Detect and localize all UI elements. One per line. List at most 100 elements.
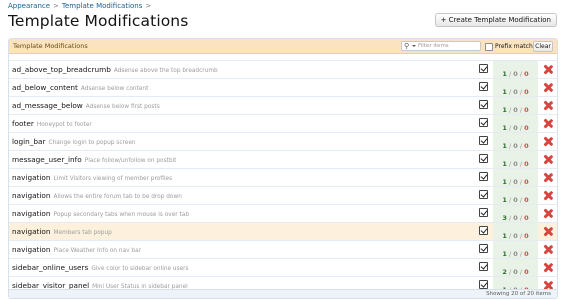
modification-description: Popup secondary tabs when mouse is over … <box>53 212 190 218</box>
modification-title-text[interactable]: ad_message_below <box>12 101 83 110</box>
active-checkbox[interactable] <box>479 82 488 91</box>
modification-title[interactable]: footer Honeypot to footer <box>12 119 92 128</box>
showing-count: Showing 20 of 20 items <box>486 291 551 297</box>
prefix-match-toggle[interactable]: Prefix match <box>485 41 533 52</box>
modification-description: Change login to popup screen <box>48 140 136 146</box>
modification-title[interactable]: navigation Place Weather Info on nav bar <box>12 245 141 254</box>
modification-description: Place follow/unfollow on postbit <box>84 158 177 164</box>
modification-title-text[interactable]: sidebar_online_users <box>12 263 88 272</box>
delete-icon[interactable] <box>543 227 552 236</box>
breadcrumb-item-appearance[interactable]: Appearance <box>8 2 50 10</box>
modification-title-text[interactable]: navigation <box>12 173 51 182</box>
modification-title[interactable]: ad_message_below Adsense below first post… <box>12 101 160 110</box>
modification-title[interactable]: navigation Popup secondary tabs when mous… <box>12 209 189 218</box>
modification-description: Allows the entire forum tab to be drop d… <box>53 194 182 200</box>
prefix-match-label: Prefix match <box>495 43 533 50</box>
breadcrumb-separator: > <box>145 2 152 10</box>
active-checkbox[interactable] <box>479 244 488 253</box>
table-row: ad_below_content Adsense below content 1 /… <box>9 79 557 97</box>
apply-count-cell: 1 / 0 / 0 <box>493 61 538 78</box>
apply-counts: 1 / 0 / 0 <box>502 178 529 186</box>
delete-icon[interactable] <box>543 83 552 92</box>
table-row: navigation Allows the entire forum tab to… <box>9 187 557 205</box>
active-checkbox[interactable] <box>479 190 488 199</box>
active-checkbox[interactable] <box>479 172 488 181</box>
modification-description: Place Weather Info on nav bar <box>53 248 142 254</box>
active-checkbox[interactable] <box>479 226 488 235</box>
table-row: navigation Limit Visitors viewing of memb… <box>9 169 557 187</box>
count-error: 0 <box>524 142 529 150</box>
modification-description: Honeypot to footer <box>36 122 92 128</box>
modification-title[interactable]: navigation Members tab popup <box>12 227 112 236</box>
delete-icon[interactable] <box>543 137 552 146</box>
count-error: 0 <box>524 196 529 204</box>
modification-title-text[interactable]: navigation <box>12 191 51 200</box>
modification-title-text[interactable]: login_bar <box>12 137 46 146</box>
delete-icon[interactable] <box>543 155 552 164</box>
apply-counts: 1 / 0 / 0 <box>502 88 529 96</box>
active-checkbox[interactable] <box>479 154 488 163</box>
apply-count-cell: 1 / 0 / 0 <box>493 151 538 168</box>
delete-icon[interactable] <box>543 101 552 110</box>
delete-icon[interactable] <box>543 263 552 272</box>
clear-filter-button[interactable]: Clear <box>533 41 553 52</box>
table-row: navigation Place Weather Info on nav bar 1… <box>9 241 557 259</box>
apply-counts: 2 / 0 / 0 <box>502 268 529 276</box>
breadcrumb-separator: > <box>53 2 59 10</box>
delete-icon[interactable] <box>543 209 552 218</box>
active-checkbox[interactable] <box>479 136 488 145</box>
count-error: 0 <box>524 124 529 132</box>
apply-counts: 1 / 0 / 0 <box>502 142 529 150</box>
count-error: 0 <box>524 214 529 222</box>
modification-title-text[interactable]: ad_above_top_breadcrumb <box>12 65 111 74</box>
count-error: 0 <box>524 178 529 186</box>
table-row: sidebar_online_users Give color to sideba… <box>9 259 557 277</box>
modification-title-text[interactable]: navigation <box>12 245 51 254</box>
modification-title[interactable]: navigation Limit Visitors viewing of memb… <box>12 173 172 182</box>
count-error: 0 <box>524 160 529 168</box>
modification-title-text[interactable]: footer <box>12 119 34 128</box>
table-row: ad_above_top_breadcrumb Adsense above the… <box>9 61 557 79</box>
filter-input[interactable]: ⚲ Filter items <box>401 41 481 51</box>
modification-title-text[interactable]: message_user_info <box>12 155 82 164</box>
apply-counts: 1 / 0 / 0 <box>502 70 529 78</box>
modification-description: Give color to sidebar online users <box>91 266 189 272</box>
apply-count-cell: 2 / 0 / 0 <box>493 259 538 276</box>
apply-count-cell: 1 / 0 / 0 <box>493 79 538 96</box>
template-modification-list: Template Modifications ⚲ Filter items Pr… <box>8 38 558 299</box>
create-template-modification-button[interactable]: + Create Template Modification <box>434 13 557 27</box>
modification-title-text[interactable]: navigation <box>12 209 51 218</box>
table-row-partial <box>9 54 557 61</box>
active-checkbox[interactable] <box>479 280 488 289</box>
modification-description: Adsense below content <box>80 86 149 92</box>
modification-title[interactable]: ad_above_top_breadcrumb Adsense above the… <box>12 65 218 74</box>
modification-title[interactable]: ad_below_content Adsense below content <box>12 83 148 92</box>
table-row: footer Honeypot to footer 1 / 0 / 0 <box>9 115 557 133</box>
active-checkbox[interactable] <box>479 64 488 73</box>
modification-title[interactable]: navigation Allows the entire forum tab to… <box>12 191 182 200</box>
delete-icon[interactable] <box>543 119 552 128</box>
apply-count-cell: 1 / 0 / 0 <box>493 97 538 114</box>
modification-title[interactable]: sidebar_online_users Give color to sideba… <box>12 263 189 272</box>
delete-icon[interactable] <box>543 173 552 182</box>
apply-counts: 1 / 0 / 0 <box>502 124 529 132</box>
active-checkbox[interactable] <box>479 208 488 217</box>
list-footer: Showing 20 of 20 items <box>9 289 557 298</box>
active-checkbox[interactable] <box>479 262 488 271</box>
apply-count-cell: 1 / 0 / 0 <box>493 169 538 186</box>
page-title: Template Modifications <box>8 12 189 30</box>
table-row: navigation Popup secondary tabs when mous… <box>9 205 557 223</box>
apply-counts: 1 / 0 / 0 <box>502 160 529 168</box>
modification-title-text[interactable]: ad_below_content <box>12 83 78 92</box>
modification-title-text[interactable]: navigation <box>12 227 51 236</box>
delete-icon[interactable] <box>543 245 552 254</box>
count-error: 0 <box>524 106 529 114</box>
breadcrumb-item-template-modifications[interactable]: Template Modifications <box>62 2 142 10</box>
active-checkbox[interactable] <box>479 100 488 109</box>
modification-title[interactable]: login_bar Change login to popup screen <box>12 137 136 146</box>
delete-icon[interactable] <box>543 65 552 74</box>
modification-title[interactable]: message_user_info Place follow/unfollow o… <box>12 155 176 164</box>
delete-icon[interactable] <box>543 191 552 200</box>
prefix-match-checkbox[interactable] <box>485 42 493 51</box>
active-checkbox[interactable] <box>479 118 488 127</box>
